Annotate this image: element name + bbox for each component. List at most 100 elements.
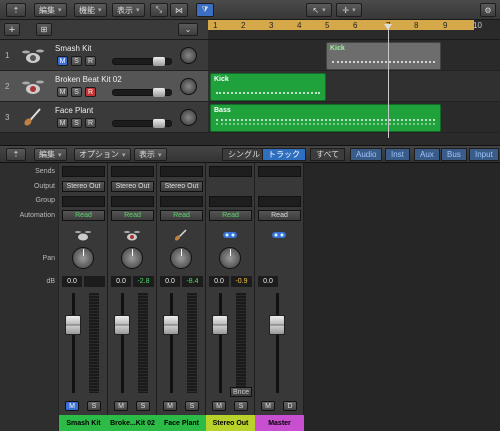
track-name[interactable]: Broken Beat Kit 02 [55,75,122,84]
mixer-edit-menu[interactable]: 編集 [34,148,67,161]
volume-value[interactable]: 0.0 [209,276,229,287]
ruler[interactable]: 1 2 3 4 5 6 7 8 9 10 [208,20,500,40]
volume-fader[interactable] [269,315,285,335]
pan-knob[interactable] [72,247,94,269]
sends-slot[interactable] [111,166,154,177]
all-view-button[interactable]: すべて [310,148,346,161]
input-filter-button[interactable]: Input [469,148,499,161]
pan-knob[interactable] [121,247,143,269]
volume-value[interactable]: 0.0 [258,276,278,287]
solo-button[interactable]: S [234,401,248,411]
output-slot[interactable]: Stereo Out [111,181,154,192]
volume-slider[interactable] [112,88,172,97]
automation-mode[interactable]: Read [62,210,105,221]
track-row[interactable]: 2 Broken Beat Kit 02 M S R [0,71,208,102]
playhead[interactable] [384,24,392,138]
volume-fader[interactable] [163,315,179,335]
bus-filter-button[interactable]: Bus [441,148,467,161]
mute-button[interactable]: M [163,401,177,411]
mixer-view-menu[interactable]: 表示 [134,148,167,161]
view-menu[interactable]: 表示 [112,3,145,17]
volume-slider[interactable] [112,119,172,128]
sends-slot[interactable] [62,166,105,177]
group-slot[interactable] [160,196,203,207]
cycle-bar[interactable] [208,20,474,30]
solo-button[interactable]: S [185,401,199,411]
pan-knob[interactable] [180,47,197,64]
slider-handle[interactable] [153,119,165,128]
pan-knob[interactable] [170,247,192,269]
sends-slot[interactable] [258,166,301,177]
automation-mode[interactable]: Read [258,210,301,221]
solo-button[interactable]: S [136,401,150,411]
solo-button[interactable]: S [71,87,82,97]
slider-handle[interactable] [153,57,165,66]
group-slot[interactable] [209,196,252,207]
channel-name[interactable]: Face Plant [157,415,206,431]
track-row[interactable]: 3 Face Plant M S R [0,102,208,133]
mute-button[interactable]: M [114,401,128,411]
midi-region[interactable]: Kick [326,42,441,70]
inst-filter-button[interactable]: Inst [385,148,410,161]
volume-value[interactable]: 0.0 [160,276,180,287]
mute-button[interactable]: M [65,401,79,411]
output-slot[interactable]: Stereo Out [160,181,203,192]
group-slot[interactable] [258,196,301,207]
record-button[interactable]: R [85,56,96,66]
volume-fader[interactable] [212,315,228,335]
flex-icon[interactable]: ⤡ [150,3,168,17]
pan-knob[interactable] [180,109,197,126]
aux-filter-button[interactable]: Aux [414,148,440,161]
link-icon[interactable]: ⋈ [170,3,188,17]
automation-mode[interactable]: Read [209,210,252,221]
volume-value[interactable]: 0.0 [62,276,82,287]
audio-filter-button[interactable]: Audio [350,148,383,161]
volume-fader[interactable] [65,315,81,335]
gear-icon[interactable]: ⚙ [480,3,496,17]
group-slot[interactable] [111,196,154,207]
sends-slot[interactable] [209,166,252,177]
channel-name[interactable]: Master [255,415,304,431]
solo-button[interactable]: S [71,56,82,66]
up-arrow-icon[interactable]: ⇡ [6,148,26,161]
group-slot[interactable] [62,196,105,207]
track-name[interactable]: Smash Kit [55,44,91,53]
slider-handle[interactable] [153,88,165,97]
automation-mode[interactable]: Read [160,210,203,221]
edit-menu[interactable]: 編集 [34,3,67,17]
mixer-options-menu[interactable]: オプション [74,148,131,161]
channel-name[interactable]: Smash Kit [59,415,108,431]
midi-region[interactable]: Kick [210,73,326,101]
volume-value[interactable]: 0.0 [111,276,131,287]
solo-button[interactable]: S [87,401,101,411]
filter-icon[interactable]: ⧩ [196,3,214,17]
record-button[interactable]: R [85,118,96,128]
channel-name[interactable]: Broke...Kit 02 [108,415,157,431]
channel-name[interactable]: Stereo Out [206,415,255,431]
mute-button[interactable]: M [57,118,68,128]
add-track-icon[interactable]: + [4,23,20,36]
volume-slider[interactable] [112,57,172,66]
mute-button[interactable]: M [57,87,68,97]
tracks-view-button[interactable]: トラック [262,148,306,161]
volume-fader[interactable] [114,315,130,335]
automation-mode[interactable]: Read [111,210,154,221]
functions-menu[interactable]: 機能 [74,3,107,17]
solo-button[interactable]: S [71,118,82,128]
arrange-area[interactable]: Kick Kick Bass [208,40,500,138]
pan-knob[interactable] [219,247,241,269]
dim-button[interactable]: D [283,401,297,411]
track-name[interactable]: Face Plant [55,106,93,115]
mute-button[interactable]: M [212,401,226,411]
collapse-icon[interactable]: ⌄ [178,23,198,36]
single-view-button[interactable]: シングル [222,148,266,161]
sends-slot[interactable] [160,166,203,177]
midi-region[interactable]: Bass [210,104,441,132]
new-folder-icon[interactable]: ⊞ [36,23,52,36]
up-arrow-icon[interactable]: ⇡ [6,3,26,17]
track-row[interactable]: 1 Smash Kit M S R [0,40,208,71]
bounce-button[interactable]: Bnce [230,387,252,397]
crosshair-tool-icon[interactable]: ✛ [336,3,362,17]
pan-knob[interactable] [180,78,197,95]
output-slot[interactable]: Stereo Out [62,181,105,192]
